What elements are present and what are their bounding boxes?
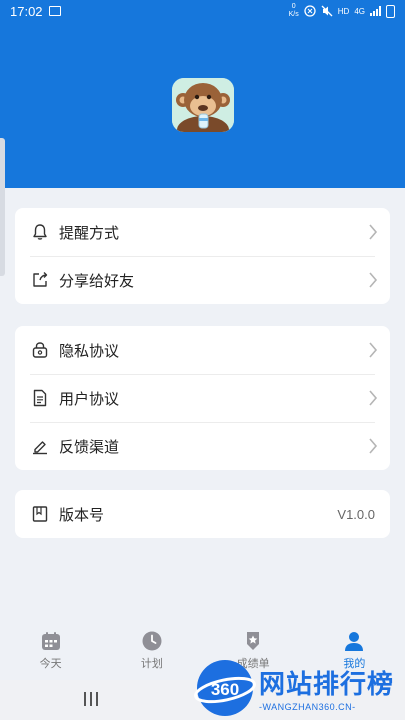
mute-icon (321, 5, 333, 17)
settings-card-2: 隐私协议 用户协议 反馈渠道 (15, 326, 390, 470)
calendar-icon (41, 632, 60, 650)
medal-icon (247, 632, 260, 650)
status-time: 17:02 (10, 3, 43, 19)
menu-item-privacy[interactable]: 隐私协议 (15, 326, 390, 374)
document-icon (30, 389, 49, 408)
profile-header: 17:02 0 K/s HD 4G (0, 0, 405, 188)
tab-label: 计划 (140, 657, 163, 670)
book-icon (30, 505, 49, 524)
menu-item-label: 分享给好友 (59, 271, 135, 290)
watermark-title: 网站排行榜 (259, 670, 395, 700)
chevron-right-icon (369, 224, 378, 240)
chevron-right-icon (369, 342, 378, 358)
watermark-logo: 360 网站排行榜 -WANGZHAN360.CN- (193, 654, 405, 720)
menu-item-label: 版本号 (59, 505, 105, 524)
tab-today[interactable]: 今天 (0, 622, 101, 680)
status-bar: 17:02 0 K/s HD 4G (0, 0, 405, 22)
menu-item-share[interactable]: 分享给好友 (15, 256, 390, 304)
nfc-icon (304, 5, 316, 17)
menu-item-label: 隐私协议 (59, 341, 120, 360)
share-icon (30, 271, 49, 290)
menu-item-label: 用户协议 (59, 389, 120, 408)
user-icon (345, 632, 364, 651)
tab-plan[interactable]: 计划 (101, 622, 202, 680)
edge-swipe-handle[interactable] (0, 138, 5, 276)
signal-icon (370, 6, 381, 16)
menu-item-feedback[interactable]: 反馈渠道 (15, 422, 390, 470)
net-speed: 0 K/s (288, 3, 299, 18)
tab-label: 今天 (39, 657, 62, 670)
network-type: 4G (354, 6, 365, 16)
menu-item-label: 提醒方式 (59, 223, 120, 242)
chevron-right-icon (369, 438, 378, 454)
watermark-subtitle: -WANGZHAN360.CN- (259, 702, 356, 712)
bell-icon (30, 223, 49, 242)
hd-label: HD (337, 6, 350, 16)
chevron-right-icon (369, 272, 378, 288)
menu-item-label: 反馈渠道 (59, 437, 120, 456)
menu-item-version: 版本号 V1.0.0 (15, 490, 390, 538)
battery-icon (386, 4, 395, 18)
status-icons: 0 K/s HD 4G (289, 3, 395, 19)
settings-card-1: 提醒方式 分享给好友 (15, 208, 390, 304)
settings-card-3: 版本号 V1.0.0 (15, 490, 390, 538)
version-value: V1.0.0 (337, 506, 375, 522)
menu-item-user-agreement[interactable]: 用户协议 (15, 374, 390, 422)
watermark-badge-text: 360 (211, 680, 239, 699)
clock-icon (142, 631, 162, 651)
watermark-360-badge-icon: 360 (194, 660, 256, 716)
menu-item-reminder[interactable]: 提醒方式 (15, 208, 390, 256)
monkey-avatar-icon (172, 78, 234, 132)
lock-icon (30, 341, 49, 360)
chevron-right-icon (369, 390, 378, 406)
recent-apps-button[interactable] (84, 692, 98, 706)
edit-icon (30, 437, 49, 456)
gallery-notification-icon (48, 6, 61, 16)
avatar[interactable] (172, 78, 234, 132)
